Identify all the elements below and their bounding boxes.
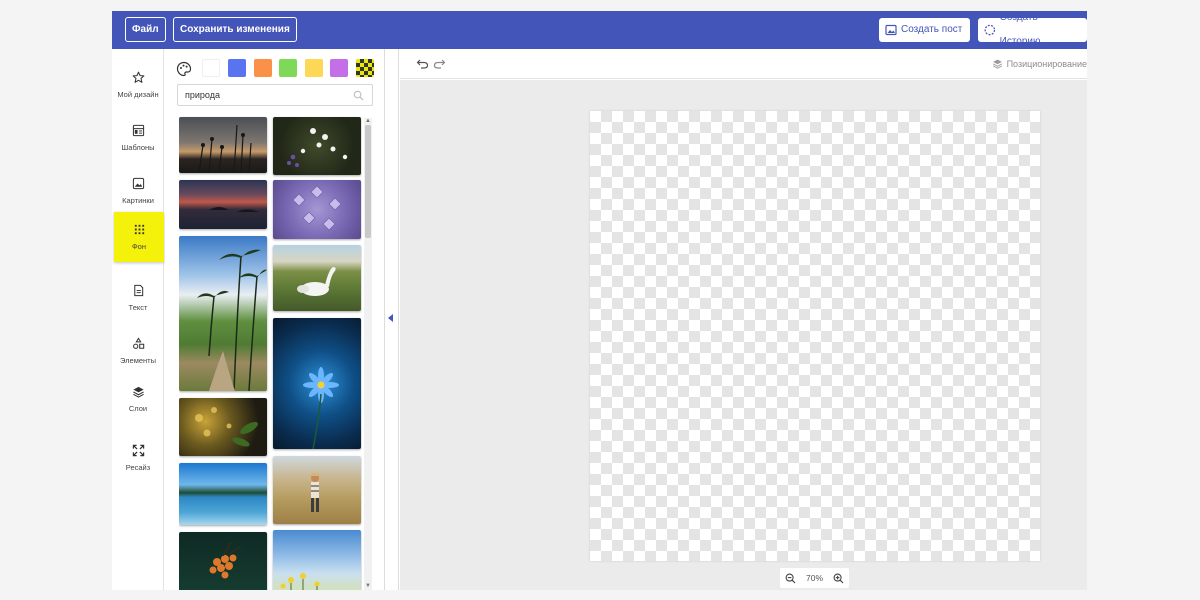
scroll-up-arrow-icon[interactable]: ▲ bbox=[364, 118, 372, 125]
collapse-arrow-icon[interactable] bbox=[388, 314, 393, 322]
sidebar-item-label: Фон bbox=[131, 242, 146, 251]
image-thumbnail-bokeh-leaves[interactable] bbox=[179, 398, 267, 456]
sidebar-item-label: Ресайз bbox=[125, 463, 151, 472]
redo-icon[interactable] bbox=[433, 57, 446, 70]
zoom-level: 70% bbox=[805, 573, 823, 583]
file-menu-button[interactable]: Файл bbox=[125, 17, 166, 42]
sidebar-item-label: Элементы bbox=[120, 356, 156, 365]
zoom-out-icon[interactable] bbox=[785, 573, 796, 584]
girl-field-graphic bbox=[308, 473, 322, 512]
image-icon bbox=[132, 177, 144, 190]
sidebar-item-layers[interactable]: Слои bbox=[112, 374, 164, 424]
layers-icon bbox=[992, 59, 1002, 69]
swatch-orange[interactable] bbox=[254, 59, 272, 77]
search-input[interactable]: природа bbox=[177, 84, 373, 106]
canvas-toolbar: Позиционирование bbox=[400, 49, 1087, 79]
workspace: 70% bbox=[400, 80, 1087, 590]
sidebar: Мой дизайн Шаблоны Картинки Фон Текст Эл… bbox=[112, 49, 164, 590]
goose-graphic bbox=[297, 267, 336, 296]
sidebar-item-label: Мой дизайн bbox=[117, 90, 159, 99]
image-thumbnail-palm-road[interactable] bbox=[179, 236, 267, 391]
positioning-label: Позиционирование bbox=[1006, 58, 1087, 69]
resize-icon bbox=[132, 444, 144, 457]
image-thumbnail-lake[interactable] bbox=[179, 463, 267, 525]
sidebar-item-label: Текст bbox=[128, 303, 148, 312]
undo-icon[interactable] bbox=[416, 57, 429, 70]
zoom-in-icon[interactable] bbox=[833, 573, 844, 584]
sidebar-item-background[interactable]: Фон bbox=[114, 212, 164, 262]
image-grid bbox=[179, 116, 362, 590]
create-story-button[interactable]: Создать Историю bbox=[978, 12, 1087, 47]
save-changes-button[interactable]: Сохранить изменения bbox=[173, 17, 297, 42]
grass-silhouette-graphic bbox=[198, 124, 252, 173]
editor-app: Файл Сохранить изменения Создать пост Со… bbox=[112, 11, 1087, 590]
image-thumbnail-goose[interactable] bbox=[273, 245, 361, 311]
sidebar-item-resize[interactable]: Ресайз bbox=[112, 433, 164, 483]
scroll-down-arrow-icon[interactable]: ▼ bbox=[364, 583, 372, 590]
sidebar-item-templates[interactable]: Шаблоны bbox=[112, 113, 164, 163]
sidebar-item-my-design[interactable]: Мой дизайн bbox=[112, 60, 164, 110]
image-thumbnail-blue-flower[interactable] bbox=[273, 318, 361, 449]
shapes-icon bbox=[132, 337, 144, 349]
berries-graphic bbox=[209, 541, 242, 579]
sidebar-item-label: Шаблоны bbox=[121, 143, 155, 152]
lilac-graphic bbox=[292, 185, 342, 231]
search-value: природа bbox=[185, 90, 220, 100]
image-icon bbox=[885, 24, 897, 36]
palm-trees-graphic bbox=[197, 249, 267, 391]
palette-icon[interactable] bbox=[176, 61, 192, 77]
panel-scrollbar[interactable]: ▲ ▼ bbox=[364, 118, 372, 590]
swatch-white[interactable] bbox=[202, 59, 220, 77]
swatch-transparent[interactable] bbox=[356, 59, 374, 77]
story-circle-icon bbox=[984, 24, 996, 36]
swatch-green[interactable] bbox=[279, 59, 297, 77]
swatch-yellow[interactable] bbox=[305, 59, 323, 77]
scrollbar-thumb[interactable] bbox=[365, 125, 371, 238]
daisies-graphic bbox=[287, 128, 348, 167]
yellow-flowers-graphic bbox=[280, 573, 320, 590]
design-canvas[interactable] bbox=[590, 111, 1040, 561]
blue-flower-graphic bbox=[303, 367, 339, 449]
swatch-blue[interactable] bbox=[228, 59, 246, 77]
sidebar-item-text[interactable]: Текст bbox=[112, 273, 164, 323]
search-icon[interactable] bbox=[353, 90, 364, 101]
zoom-control: 70% bbox=[780, 568, 849, 588]
image-thumbnail-girl-field[interactable] bbox=[273, 456, 361, 524]
create-post-button[interactable]: Создать пост bbox=[879, 18, 971, 42]
templates-icon bbox=[132, 124, 144, 137]
image-thumbnail-lilac[interactable] bbox=[273, 180, 361, 239]
sidebar-item-images[interactable]: Картинки bbox=[112, 166, 164, 216]
star-icon bbox=[132, 71, 144, 83]
positioning-button[interactable]: Позиционирование bbox=[992, 58, 1087, 69]
create-post-label: Создать пост bbox=[901, 24, 963, 35]
text-document-icon bbox=[133, 284, 143, 297]
bokeh-graphic bbox=[195, 407, 258, 447]
create-story-label: Создать Историю bbox=[999, 12, 1041, 47]
grid-dots-icon bbox=[134, 224, 144, 235]
image-thumbnail-sunset-grass[interactable] bbox=[179, 117, 267, 173]
sidebar-item-elements[interactable]: Элементы bbox=[112, 326, 164, 376]
image-thumbnail-rowan-berries[interactable] bbox=[179, 532, 267, 590]
image-thumbnail-daisies[interactable] bbox=[273, 117, 361, 175]
sidebar-item-label: Картинки bbox=[122, 196, 154, 205]
layers-icon bbox=[132, 386, 144, 398]
sidebar-item-label: Слои bbox=[128, 404, 148, 413]
top-bar: Файл Сохранить изменения Создать пост Со… bbox=[112, 11, 1087, 49]
image-thumbnail-yellow-flowers[interactable] bbox=[273, 530, 361, 590]
image-thumbnail-sea-sunset[interactable] bbox=[179, 180, 267, 229]
background-panel: природа ▲ ▼ bbox=[165, 49, 385, 590]
swatch-purple[interactable] bbox=[330, 59, 348, 77]
sea-islands-graphic bbox=[209, 207, 259, 212]
panel-collapse-handle[interactable] bbox=[385, 49, 399, 590]
